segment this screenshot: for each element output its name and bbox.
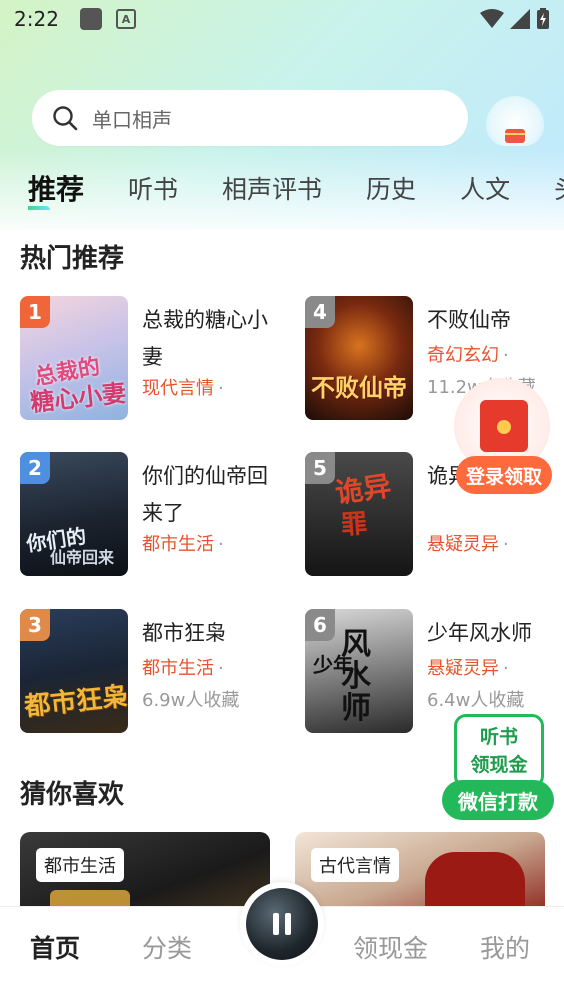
- category-tabs: 推荐 听书 相声评书 历史 人文 头: [28, 166, 564, 210]
- login-reward-label: 登录领取: [456, 456, 552, 494]
- book-cover: 少年 风水师 6: [305, 609, 413, 733]
- tab-recommend[interactable]: 推荐: [28, 168, 85, 210]
- gift-button[interactable]: [486, 96, 544, 146]
- nav-mine[interactable]: 我的: [480, 929, 530, 965]
- cover-art-title: 风水师: [341, 627, 371, 726]
- tab-audiobook[interactable]: 听书: [128, 170, 178, 206]
- search-icon: [53, 106, 78, 131]
- separator-dot: ·: [218, 534, 224, 555]
- separator-dot: ·: [503, 658, 509, 679]
- separator-dot: ·: [218, 378, 224, 399]
- nav-cash[interactable]: 领现金: [353, 929, 428, 965]
- tab-crosstalk[interactable]: 相声评书: [222, 170, 322, 206]
- status-bar: 2:22 A: [0, 0, 564, 38]
- listen-cash-float[interactable]: 听书 领现金 微信打款: [442, 714, 554, 822]
- genre-label: 现代言情: [142, 378, 214, 399]
- genre-label: 都市生活: [142, 534, 214, 555]
- nav-home[interactable]: 首页: [30, 929, 80, 965]
- font-a-icon: A: [116, 9, 136, 29]
- book-cover: 诡异 罪 5: [305, 452, 413, 576]
- book-cover: 总裁的 糖心小妻 1: [20, 296, 128, 420]
- separator-dot: ·: [503, 345, 509, 366]
- book-cover: 都市狂枭 3: [20, 609, 128, 733]
- book-title: 总裁的糖心小妻: [142, 308, 268, 369]
- tab-humanities[interactable]: 人文: [460, 170, 510, 206]
- login-reward-float[interactable]: 登录领取: [452, 378, 552, 496]
- book-item[interactable]: 总裁的 糖心小妻 1 总裁的糖心小妻 现代言情 ·: [20, 296, 290, 422]
- book-genre: 奇幻玄幻 ·: [427, 341, 509, 367]
- mini-player[interactable]: [240, 882, 324, 966]
- wechat-payout-button[interactable]: 微信打款: [442, 780, 554, 820]
- book-genre: 都市生活 ·: [142, 654, 224, 680]
- book-genre: 悬疑灵异 ·: [427, 530, 509, 556]
- separator-dot: ·: [503, 534, 509, 555]
- cover-art-title: 罪: [340, 509, 369, 541]
- status-time: 2:22: [14, 7, 59, 31]
- book-title: 都市狂枭: [142, 621, 226, 645]
- book-item[interactable]: 你们的 仙帝回来 2 你们的仙帝回来了 都市生活 ·: [20, 452, 290, 578]
- tab-label: 推荐: [28, 173, 85, 206]
- book-favorites-count: 6.9w人收藏: [142, 690, 240, 711]
- notification-square-icon: [80, 8, 102, 30]
- red-envelope-icon: [480, 400, 528, 452]
- listen-cash-line2: 领现金: [470, 754, 528, 776]
- rank-badge: 1: [20, 296, 50, 328]
- rank-badge: 3: [20, 609, 50, 641]
- nav-category[interactable]: 分类: [142, 929, 192, 965]
- card-genre-tag: 古代言情: [311, 848, 399, 882]
- book-title: 不败仙帝: [427, 308, 511, 332]
- book-genre: 都市生活 ·: [142, 530, 224, 556]
- listen-cash-line1: 听书: [479, 726, 518, 748]
- book-title: 你们的仙帝回来了: [142, 464, 268, 525]
- search-placeholder: 单口相声: [92, 107, 172, 132]
- book-item[interactable]: 都市狂枭 3 都市狂枭 都市生活 · 6.9w人收藏: [20, 609, 290, 735]
- rank-badge: 6: [305, 609, 335, 641]
- book-favorites-count: 6.4w人收藏: [427, 690, 525, 711]
- rank-badge: 2: [20, 452, 50, 484]
- book-title: 少年风水师: [427, 621, 532, 645]
- cover-art-title: 不败仙帝: [311, 374, 407, 402]
- book-genre: 现代言情 ·: [142, 374, 224, 400]
- book-cover: 不败仙帝 4: [305, 296, 413, 420]
- tab-more[interactable]: 头: [554, 170, 564, 206]
- tab-history[interactable]: 历史: [366, 170, 416, 206]
- listen-cash-card: 听书 领现金: [454, 714, 544, 788]
- genre-label: 奇幻玄幻: [427, 345, 499, 366]
- book-genre: 悬疑灵异 ·: [427, 654, 509, 680]
- cover-art-title: 都市狂枭: [22, 681, 128, 723]
- guess-section-title: 猜你喜欢: [20, 780, 125, 810]
- rank-badge: 5: [305, 452, 335, 484]
- book-cover: 你们的 仙帝回来 2: [20, 452, 128, 576]
- cover-art-title: 仙帝回来: [50, 548, 115, 567]
- genre-label: 都市生活: [142, 658, 214, 679]
- tab-active-indicator: [28, 206, 50, 210]
- hot-section-title: 热门推荐: [20, 244, 125, 274]
- genre-label: 悬疑灵异: [427, 658, 499, 679]
- separator-dot: ·: [218, 658, 224, 679]
- pause-icon[interactable]: [273, 913, 291, 935]
- card-genre-tag: 都市生活: [36, 848, 124, 882]
- signal-icon: [510, 9, 530, 29]
- search-input[interactable]: 单口相声: [32, 90, 468, 146]
- rank-badge: 4: [305, 296, 335, 328]
- wifi-icon: [480, 9, 504, 28]
- player-disc: [246, 888, 318, 960]
- genre-label: 悬疑灵异: [427, 534, 499, 555]
- gift-icon: [505, 129, 525, 143]
- battery-charging-icon: [537, 8, 549, 29]
